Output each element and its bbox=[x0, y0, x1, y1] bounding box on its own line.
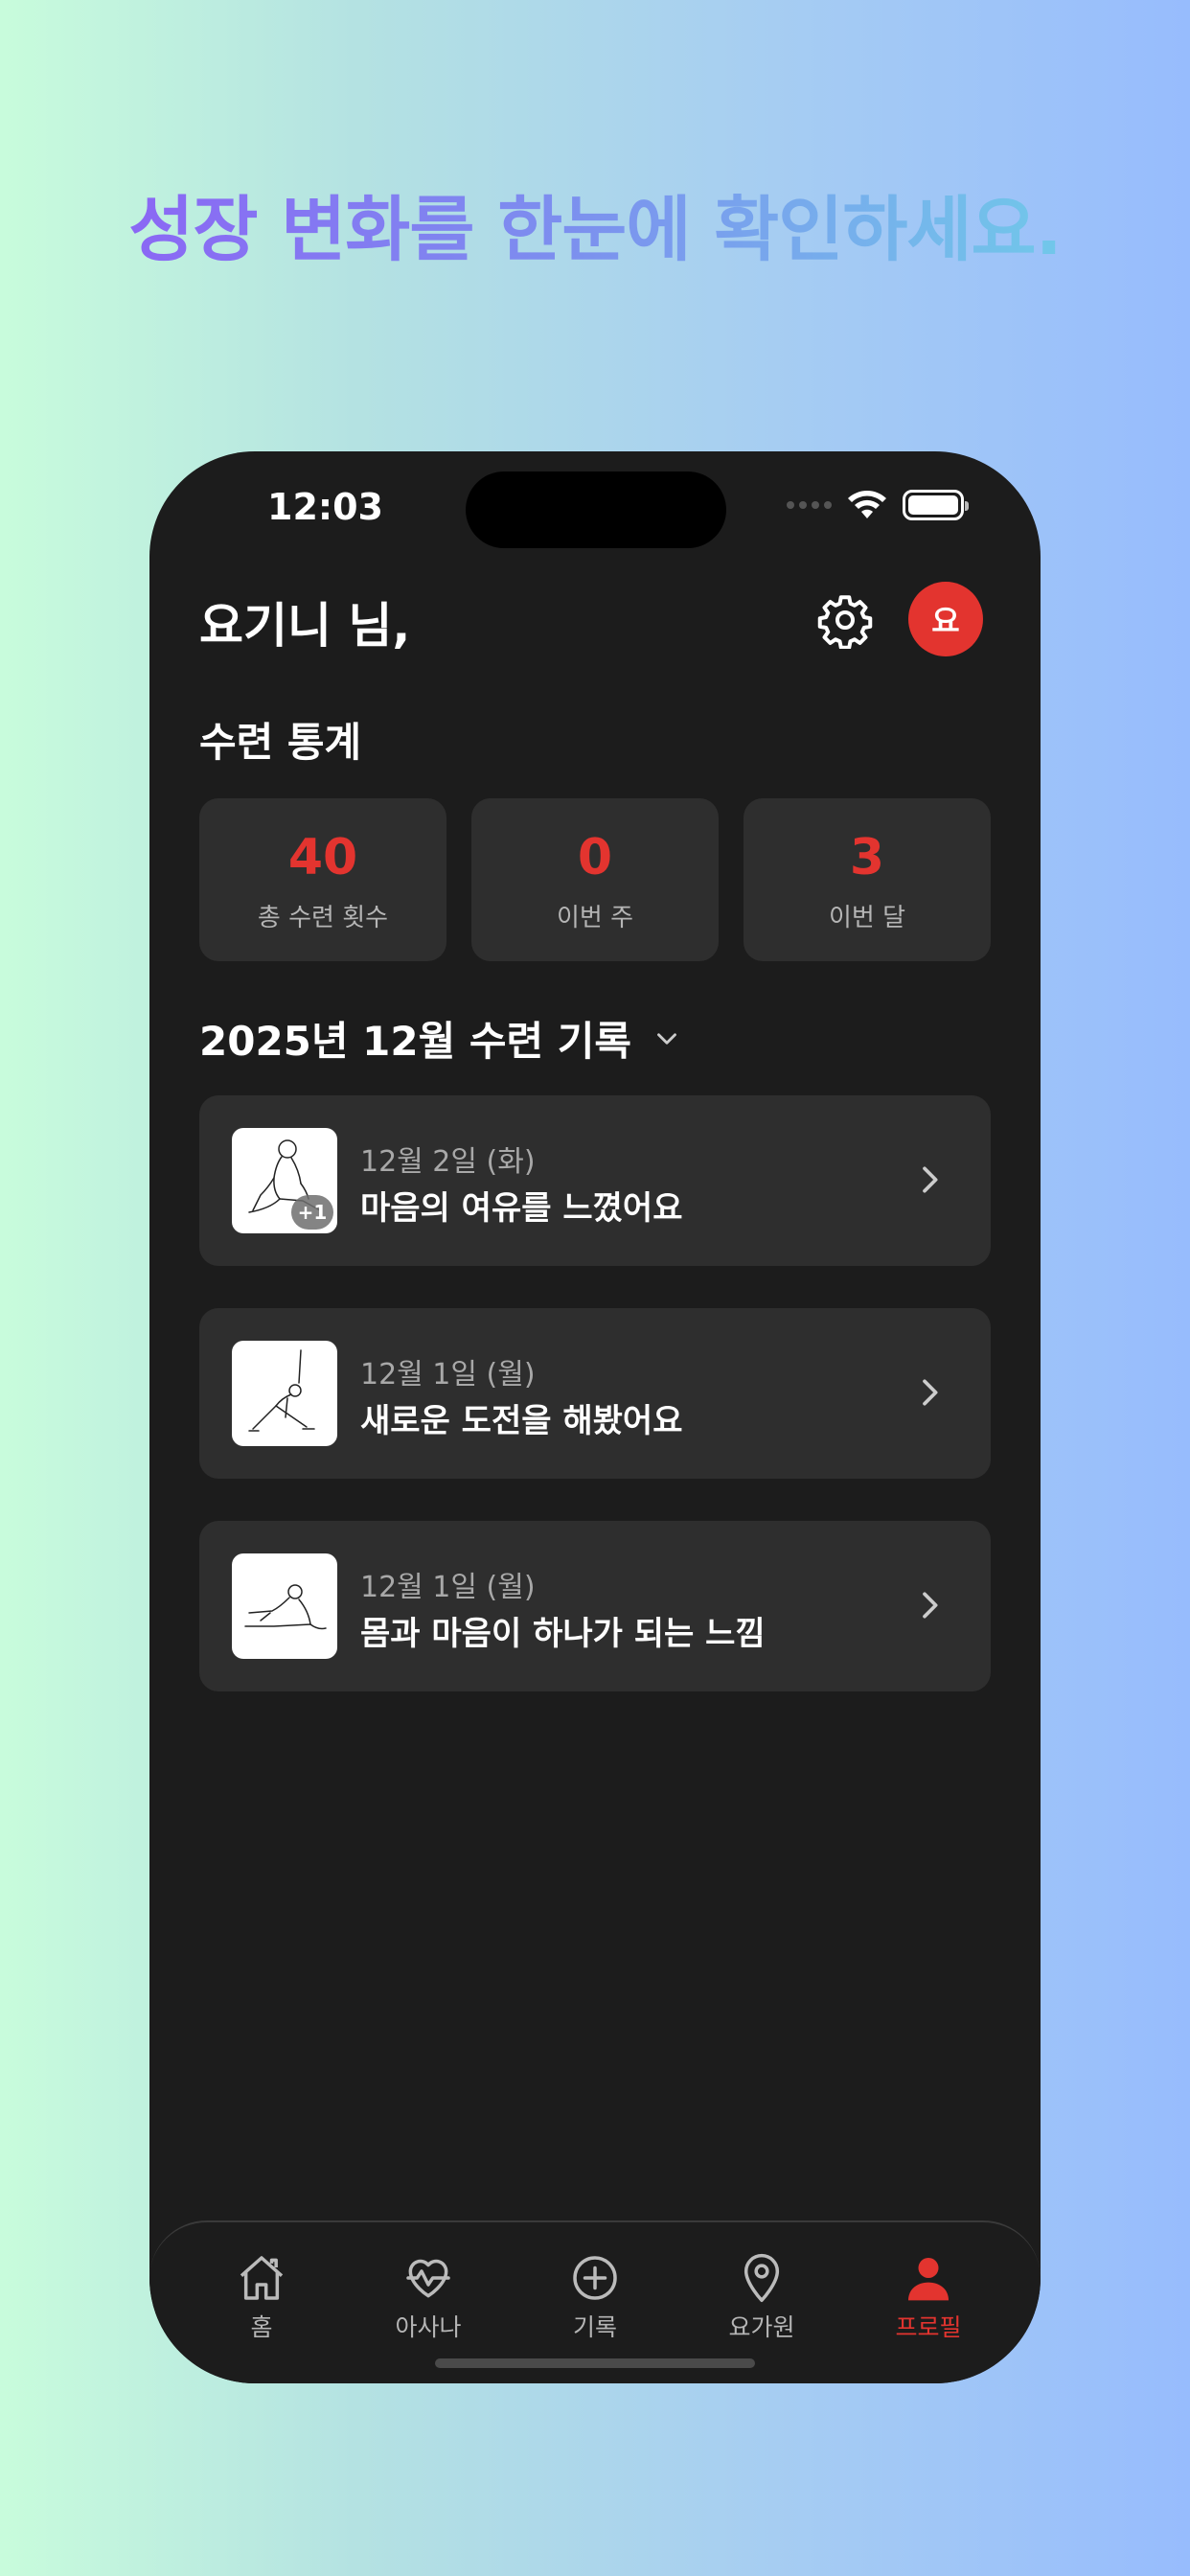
pose-thumbnail: +1 bbox=[232, 1128, 337, 1233]
tab-profile[interactable]: 프로필 bbox=[847, 2251, 1010, 2383]
cellular-signal-icon bbox=[787, 501, 832, 509]
location-pin-icon bbox=[744, 2253, 780, 2303]
extra-photo-badge: +1 bbox=[291, 1195, 333, 1230]
pose-thumbnail bbox=[232, 1341, 337, 1446]
chevron-down-icon bbox=[657, 1032, 676, 1045]
pose-thumbnail bbox=[232, 1553, 337, 1659]
tab-label: 프로필 bbox=[895, 2313, 962, 2341]
stat-label: 총 수련 횟수 bbox=[257, 904, 389, 932]
greeting: 요기니 님, bbox=[199, 598, 411, 654]
stat-label: 이번 주 bbox=[556, 904, 634, 932]
tab-label: 홈 bbox=[250, 2313, 273, 2341]
status-time: 12:03 bbox=[267, 486, 383, 528]
chevron-right-icon bbox=[923, 1592, 938, 1619]
tab-home[interactable]: 홈 bbox=[180, 2251, 343, 2383]
stat-card-total: 40 총 수련 횟수 bbox=[199, 798, 446, 961]
stats-title: 수련 통계 bbox=[199, 719, 362, 766]
stat-value: 3 bbox=[849, 829, 885, 886]
home-icon bbox=[240, 2256, 284, 2300]
seated-forward-bend-illustration bbox=[244, 1584, 327, 1630]
gear-icon[interactable] bbox=[816, 591, 874, 649]
stat-value: 0 bbox=[577, 829, 613, 886]
phone-screen: 12:03 요기니 님, 요 수련 통계 40 총 수련 횟수 0 이번 주 3… bbox=[149, 451, 1041, 2383]
home-indicator bbox=[435, 2358, 755, 2368]
dynamic-island bbox=[466, 472, 726, 548]
plus-circle-icon bbox=[573, 2256, 617, 2300]
wifi-icon bbox=[848, 491, 886, 518]
record-title: 마음의 여유를 느꼈어요 bbox=[360, 1189, 683, 1228]
stat-card-week: 0 이번 주 bbox=[471, 798, 719, 961]
record-list: +1 12월 2일 (화) 마음의 여유를 느꼈어요 12월 1일 (월) 새로… bbox=[199, 1095, 991, 1734]
record-title: 새로운 도전을 해봤어요 bbox=[360, 1402, 683, 1440]
record-date: 12월 1일 (월) bbox=[360, 1358, 536, 1392]
month-selector[interactable]: 2025년 12월 수련 기록 bbox=[199, 1009, 683, 1068]
record-date: 12월 1일 (월) bbox=[360, 1571, 536, 1604]
chevron-right-icon bbox=[923, 1379, 938, 1406]
stats-cards: 40 총 수련 횟수 0 이번 주 3 이번 달 bbox=[199, 798, 991, 961]
heart-pulse-icon bbox=[406, 2259, 450, 2298]
record-item[interactable]: 12월 1일 (월) 몸과 마음이 하나가 되는 느낌 bbox=[199, 1521, 991, 1691]
record-item[interactable]: +1 12월 2일 (화) 마음의 여유를 느꼈어요 bbox=[199, 1095, 991, 1266]
triangle-pose-illustration bbox=[248, 1349, 315, 1432]
tab-label: 아사나 bbox=[395, 2313, 462, 2341]
avatar[interactable]: 요 bbox=[908, 582, 983, 656]
record-date: 12월 2일 (화) bbox=[360, 1145, 536, 1179]
status-icons bbox=[787, 490, 969, 520]
person-icon bbox=[908, 2258, 949, 2301]
stat-label: 이번 달 bbox=[828, 904, 906, 932]
record-item[interactable]: 12월 1일 (월) 새로운 도전을 해봤어요 bbox=[199, 1308, 991, 1479]
stat-card-month: 3 이번 달 bbox=[744, 798, 991, 961]
stat-value: 40 bbox=[287, 829, 358, 886]
battery-icon bbox=[903, 490, 969, 520]
month-title: 2025년 12월 수련 기록 bbox=[199, 1018, 632, 1065]
tab-label: 기록 bbox=[572, 2313, 617, 2341]
record-title: 몸과 마음이 하나가 되는 느낌 bbox=[360, 1615, 766, 1653]
tab-label: 요가원 bbox=[728, 2313, 795, 2341]
promo-headline: 성장 변화를 한눈에 확인하세요. bbox=[0, 172, 1190, 275]
chevron-right-icon bbox=[923, 1166, 938, 1193]
